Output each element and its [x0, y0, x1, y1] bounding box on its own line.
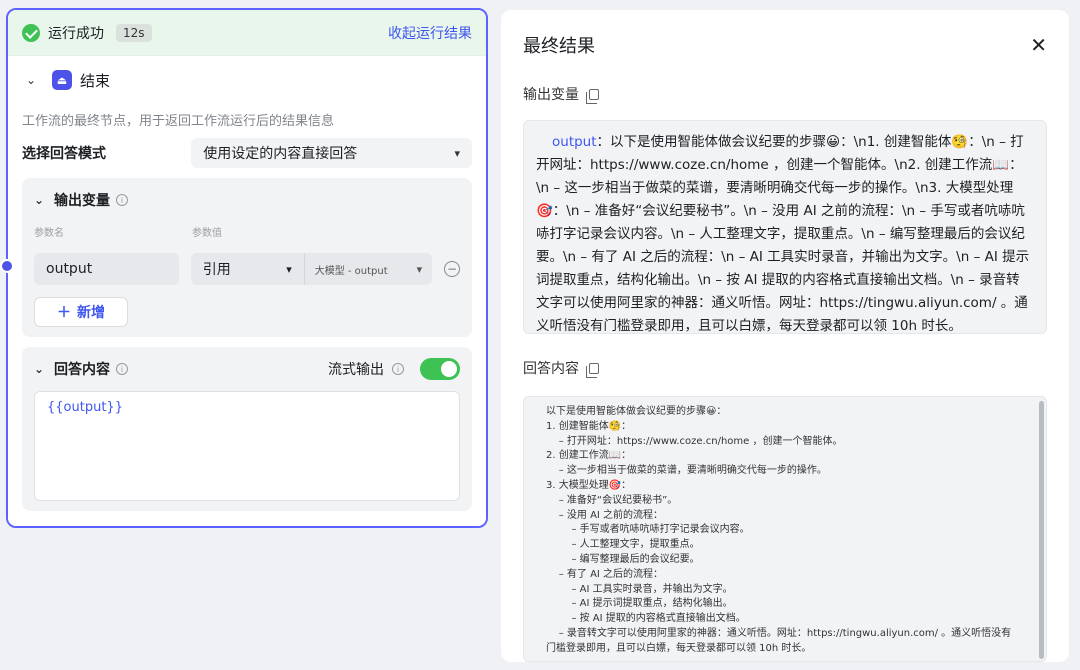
chevron-down-icon: ▾	[454, 146, 460, 160]
output-section-label: 输出变量	[523, 87, 579, 103]
stream-output-toggle[interactable]	[420, 358, 460, 380]
answer-line: – 编写整理最后的会议纪要。	[546, 553, 700, 565]
remove-var-icon[interactable]: −	[444, 261, 461, 277]
info-icon[interactable]: i	[392, 363, 404, 375]
output-key: output	[552, 134, 597, 150]
node-title: 结束	[80, 71, 111, 90]
answer-line: 以下是使用智能体做会议纪要的步骤😀：	[546, 406, 727, 417]
ref-type-select[interactable]: 引用 ▾	[191, 253, 305, 285]
answer-line: 1. 创建智能体🧐：	[546, 420, 632, 432]
close-icon[interactable]: ✕	[1030, 33, 1047, 57]
answer-content-box: 以下是使用智能体做会议纪要的步骤😀： 1. 创建智能体🧐： – 打开网址：http…	[523, 396, 1047, 662]
answer-line: – AI 提示词提取重点，结构化输出。	[546, 598, 733, 610]
success-check-icon	[22, 23, 40, 42]
add-var-label: 新增	[77, 305, 105, 321]
end-node-icon: ⏏	[52, 70, 72, 90]
answer-line: – 没用 AI 之前的流程：	[546, 509, 664, 521]
node-description: 工作流的最终节点，用于返回工作流运行后的结果信息	[22, 114, 335, 129]
answer-line: 3. 大模型处理🎯：	[546, 479, 632, 491]
answer-line: – AI 工具实时录音，并输出为文字。	[546, 583, 733, 595]
ref-value-select[interactable]: 大模型 - output ▾	[305, 253, 432, 285]
output-vars-panel: ⌄ 输出变量 i 参数名 参数值 output 引用 ▾ 大模型 - outpu…	[22, 178, 472, 337]
add-var-button[interactable]: ＋ 新增	[34, 297, 128, 327]
copy-icon[interactable]	[586, 362, 599, 378]
end-node-card[interactable]: 运行成功 12s 收起运行结果 ⌄ ⏏ 结束 工作流的最终节点，用于返回工作流运…	[6, 8, 488, 528]
answer-line: – 录音转文字可以使用阿里家的神器：通义听悟。网址：https://tingwu…	[546, 627, 1012, 639]
ref-value-text: 大模型 - output	[314, 265, 388, 277]
answer-line: – 手写或者吭哧吭哧打字记录会议内容。	[546, 524, 750, 536]
run-duration-badge: 12s	[116, 23, 152, 42]
param-value-header: 参数值	[192, 228, 222, 239]
run-status-bar: 运行成功 12s 收起运行结果	[8, 10, 486, 56]
result-title: 最终结果	[523, 36, 595, 57]
answer-line: 2. 创建工作流📖：	[546, 450, 632, 462]
ref-type-value: 引用	[202, 262, 231, 278]
answer-line: 门槛登录即用，且可以白嫖，每天登录都可以领 10h 时长。	[546, 642, 812, 654]
run-status-text: 运行成功	[48, 25, 104, 42]
param-value-select[interactable]: 引用 ▾ 大模型 - output ▾	[190, 253, 433, 285]
var-name-input[interactable]: output	[34, 253, 179, 285]
output-value-box: output：以下是使用智能体做会议纪要的步骤😀：\n1. 创建智能体🧐：\n …	[523, 120, 1047, 334]
info-icon[interactable]: i	[116, 194, 128, 206]
answer-content-title: 回答内容	[54, 362, 110, 378]
final-result-panel: 最终结果 ✕ 输出变量 output：以下是使用智能体做会议纪要的步骤😀：\n1…	[501, 10, 1069, 662]
input-port-handle[interactable]	[0, 259, 14, 273]
chevron-down-icon[interactable]: ⌄	[26, 73, 40, 87]
chevron-down-icon[interactable]: ⌄	[34, 193, 48, 207]
answer-content-editor[interactable]: {{output}}	[34, 391, 460, 501]
stream-output-label: 流式输出	[328, 362, 384, 378]
answer-mode-value: 使用设定的内容直接回答	[203, 146, 358, 162]
answer-mode-label: 选择回答模式	[22, 146, 106, 162]
copy-icon[interactable]	[586, 88, 599, 104]
answer-line: – 这一步相当于做菜的菜谱，要清晰明确交代每一步的操作。	[546, 465, 827, 477]
answer-line: – 按 AI 提取的内容格式直接输出文档。	[546, 613, 746, 625]
answer-line: – 有了 AI 之后的流程：	[546, 568, 664, 580]
answer-line: – 人工整理文字，提取重点。	[546, 539, 700, 551]
info-icon[interactable]: i	[116, 363, 128, 375]
plus-icon: ＋	[57, 305, 71, 321]
chevron-down-icon: ▾	[286, 262, 292, 276]
node-header[interactable]: ⌄ ⏏ 结束	[8, 56, 486, 104]
answer-line: – 准备好“会议纪要秘书”。	[546, 494, 678, 506]
scrollbar[interactable]	[1039, 401, 1044, 659]
output-vars-title: 输出变量	[54, 193, 110, 209]
param-name-header: 参数名	[34, 228, 64, 239]
chevron-down-icon: ▾	[416, 262, 423, 276]
answer-mode-select[interactable]: 使用设定的内容直接回答 ▾	[191, 138, 472, 168]
collapse-results-link[interactable]: 收起运行结果	[388, 23, 472, 43]
answer-content-panel: ⌄ 回答内容 i 流式输出 i {{output}}	[22, 347, 472, 511]
answer-section-label: 回答内容	[523, 361, 579, 377]
output-text: ：以下是使用智能体做会议纪要的步骤😀：\n1. 创建智能体🧐：\n – 打开网址…	[536, 134, 1030, 334]
answer-line: – 打开网址：https://www.coze.cn/home ，创建一个智能体…	[546, 435, 843, 447]
chevron-down-icon[interactable]: ⌄	[34, 362, 48, 376]
